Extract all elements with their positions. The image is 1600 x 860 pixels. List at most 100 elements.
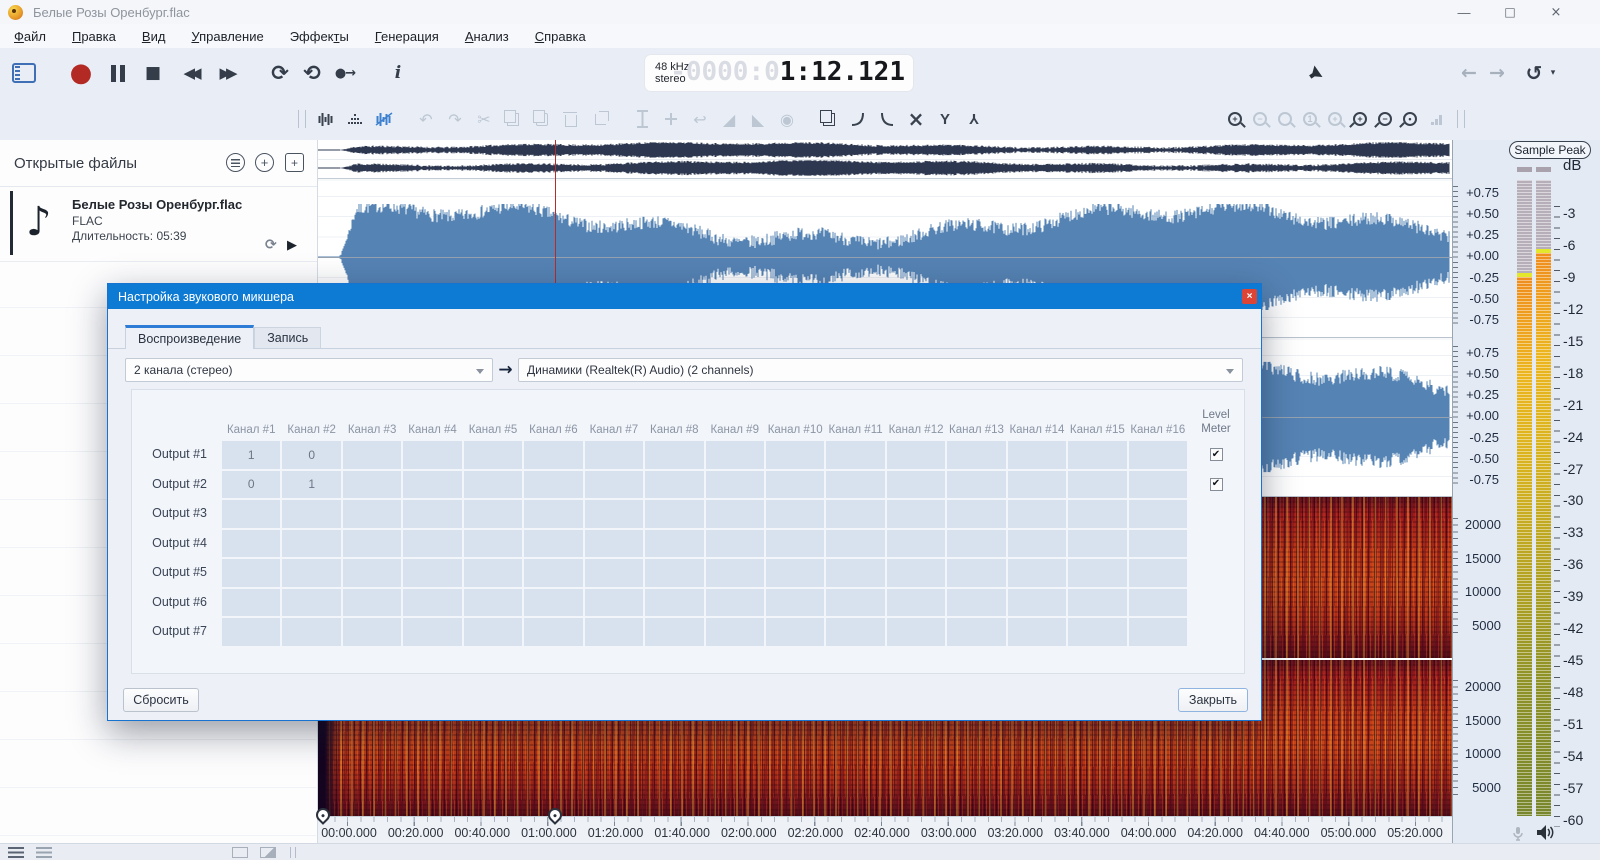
play-from-cursor-icon[interactable]: ●→	[330, 48, 360, 98]
matrix-cell[interactable]	[1068, 529, 1127, 557]
matrix-cell[interactable]	[1068, 441, 1127, 469]
matrix-cell[interactable]	[1007, 529, 1067, 557]
matrix-cell[interactable]	[524, 441, 583, 469]
matrix-cell[interactable]	[765, 588, 825, 616]
playhead-cursor[interactable]	[555, 140, 556, 283]
matrix-cell[interactable]	[342, 500, 402, 528]
matrix-cell[interactable]	[1128, 559, 1187, 587]
matrix-cell[interactable]	[645, 559, 704, 587]
matrix-cell[interactable]	[1068, 470, 1127, 498]
vertical-zoom-in-icon[interactable]	[1353, 112, 1367, 126]
redo-icon[interactable]: ↷	[446, 109, 464, 129]
matrix-cell[interactable]	[342, 618, 402, 646]
matrix-cell[interactable]	[342, 588, 402, 616]
spectral-view-icon[interactable]	[346, 109, 364, 129]
history-icon[interactable]: ↺	[1522, 48, 1546, 98]
matrix-cell[interactable]	[886, 559, 946, 587]
crossfade-icon[interactable]: ×	[907, 107, 925, 131]
matrix-cell[interactable]	[463, 500, 523, 528]
matrix-cell[interactable]	[947, 470, 1006, 498]
matrix-cell[interactable]	[1128, 441, 1187, 469]
channel-count-select[interactable]: 2 канала (стерео)	[125, 358, 493, 382]
matrix-cell[interactable]	[584, 529, 644, 557]
matrix-cell[interactable]	[886, 441, 946, 469]
rewind-icon[interactable]: ◀◀	[172, 48, 213, 98]
matrix-cell[interactable]	[947, 441, 1006, 469]
matrix-cell[interactable]	[826, 441, 885, 469]
vertical-zoom-out-icon[interactable]	[1378, 112, 1392, 126]
reset-button[interactable]: Сбросить	[123, 688, 199, 712]
matrix-cell[interactable]	[765, 529, 825, 557]
close-dialog-button[interactable]: Закрыть	[1178, 688, 1248, 712]
history-caret-icon[interactable]: ▾	[1546, 48, 1560, 98]
matrix-cell[interactable]	[886, 588, 946, 616]
toolbar-drag-handle[interactable]	[298, 110, 306, 128]
matrix-cell[interactable]	[403, 618, 462, 646]
matrix-cell[interactable]	[282, 588, 341, 616]
toolbar-drag-handle[interactable]	[1457, 110, 1465, 128]
list-view-icon[interactable]	[8, 847, 24, 858]
matrix-cell[interactable]	[1128, 470, 1187, 498]
zoom-one-icon[interactable]	[1303, 112, 1317, 126]
matrix-cell[interactable]	[705, 618, 764, 646]
rotate-icon[interactable]: ↩	[691, 109, 709, 129]
add-file-icon[interactable]: +	[255, 153, 274, 172]
split-icon[interactable]: Y	[936, 109, 954, 129]
matrix-cell[interactable]	[222, 529, 281, 557]
compact-view-icon[interactable]	[36, 847, 52, 858]
matrix-cell[interactable]	[282, 500, 341, 528]
matrix-cell[interactable]	[222, 588, 281, 616]
matrix-cell[interactable]	[1068, 559, 1127, 587]
info-icon[interactable]: i	[388, 48, 408, 98]
fade-curve-out-icon[interactable]	[878, 109, 896, 129]
close-button[interactable]: ×	[1548, 5, 1564, 20]
matrix-cell[interactable]	[584, 559, 644, 587]
matrix-cell[interactable]	[645, 529, 704, 557]
nav-back-icon[interactable]: ←	[1458, 48, 1480, 98]
matrix-cell[interactable]	[765, 559, 825, 587]
matrix-cell[interactable]	[463, 559, 523, 587]
matrix-cell[interactable]	[463, 529, 523, 557]
trim-icon[interactable]	[591, 109, 609, 129]
record-icon[interactable]: ●	[68, 48, 94, 98]
sidebar-toggle-icon[interactable]	[12, 48, 36, 98]
matrix-cell[interactable]	[524, 588, 583, 616]
matrix-cell[interactable]	[1007, 441, 1067, 469]
matrix-cell[interactable]	[645, 470, 704, 498]
menu-item[interactable]: Файл	[14, 29, 46, 44]
tab-record[interactable]: Запись	[254, 327, 322, 348]
matrix-cell[interactable]	[1068, 618, 1127, 646]
matrix-cell[interactable]	[222, 559, 281, 587]
matrix-cell[interactable]	[826, 559, 885, 587]
matrix-cell[interactable]	[765, 618, 825, 646]
matrix-cell[interactable]	[1128, 588, 1187, 616]
fast-forward-icon[interactable]: ▶▶	[208, 48, 249, 98]
output-device-select[interactable]: Динамики (Realtek(R) Audio) (2 channels)	[518, 358, 1243, 382]
menu-item[interactable]: Генерация	[375, 29, 439, 44]
matrix-cell[interactable]	[342, 470, 402, 498]
merge-icon[interactable]: Y	[965, 109, 983, 129]
matrix-cell[interactable]	[705, 441, 764, 469]
delete-icon[interactable]	[562, 109, 580, 129]
matrix-cell[interactable]	[282, 529, 341, 557]
maximize-button[interactable]: □	[1502, 5, 1518, 19]
matrix-cell[interactable]	[705, 500, 764, 528]
matrix-cell[interactable]	[342, 441, 402, 469]
matrix-cell[interactable]	[826, 529, 885, 557]
matrix-cell[interactable]	[524, 618, 583, 646]
level-meter-checkbox[interactable]: ✔	[1209, 448, 1223, 462]
matrix-cell[interactable]	[222, 500, 281, 528]
panel-thumbnail-icon[interactable]	[232, 847, 248, 858]
add-group-icon[interactable]: +	[285, 153, 304, 172]
matrix-cell[interactable]	[1068, 588, 1127, 616]
minimize-button[interactable]: —	[1456, 5, 1472, 20]
matrix-cell[interactable]	[1007, 588, 1067, 616]
zoom-fit-icon[interactable]	[1278, 112, 1292, 126]
matrix-cell[interactable]	[403, 559, 462, 587]
matrix-cell[interactable]	[524, 500, 583, 528]
nav-forward-icon[interactable]: →	[1486, 48, 1508, 98]
matrix-cell[interactable]	[222, 618, 281, 646]
menu-item[interactable]: Анализ	[465, 29, 509, 44]
matrix-cell[interactable]	[403, 588, 462, 616]
level-meter-checkbox[interactable]: ✔	[1209, 477, 1223, 491]
